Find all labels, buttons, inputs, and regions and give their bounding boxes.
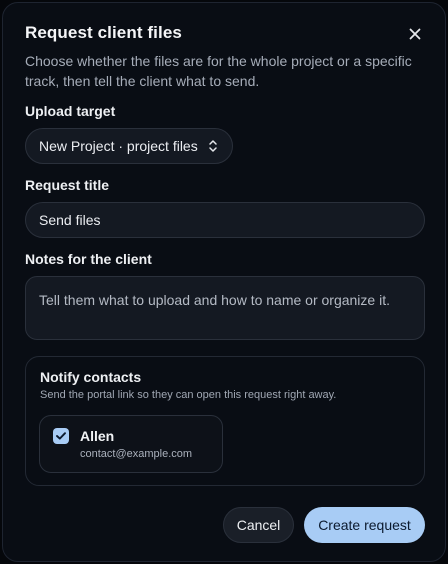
notify-contacts-title: Notify contacts bbox=[40, 369, 142, 385]
contact-card[interactable]: Allen contact@example.com bbox=[39, 415, 223, 473]
request-title-input[interactable]: Send files bbox=[25, 202, 425, 238]
close-icon bbox=[409, 28, 421, 40]
checkmark-icon bbox=[56, 432, 66, 440]
upload-target-value: New Project · project files bbox=[39, 138, 198, 154]
upload-target-label: Upload target bbox=[25, 103, 116, 119]
cancel-button[interactable]: Cancel bbox=[223, 507, 294, 543]
upload-target-select[interactable]: New Project · project files bbox=[25, 128, 233, 164]
create-request-button[interactable]: Create request bbox=[304, 507, 425, 543]
dialog-description: Choose whether the files are for the who… bbox=[25, 53, 412, 89]
request-title-label: Request title bbox=[25, 177, 110, 193]
notify-contacts-panel: Notify contacts Send the portal link so … bbox=[25, 356, 425, 486]
request-files-dialog: Request client files Choose whether the … bbox=[2, 2, 446, 562]
request-title-value: Send files bbox=[39, 212, 101, 228]
contact-name: Allen bbox=[80, 428, 115, 444]
notes-placeholder: Tell them what to upload and how to name… bbox=[39, 292, 390, 308]
chevron-up-down-icon bbox=[209, 140, 217, 152]
close-button[interactable] bbox=[405, 24, 425, 44]
notes-textarea[interactable]: Tell them what to upload and how to name… bbox=[25, 276, 425, 340]
notes-label: Notes for the client bbox=[25, 251, 152, 267]
contact-email: contact@example.com bbox=[80, 448, 193, 460]
contact-checkbox[interactable] bbox=[53, 428, 69, 444]
dialog-title: Request client files bbox=[25, 23, 182, 42]
notify-contacts-description: Send the portal link so they can open th… bbox=[40, 389, 337, 401]
